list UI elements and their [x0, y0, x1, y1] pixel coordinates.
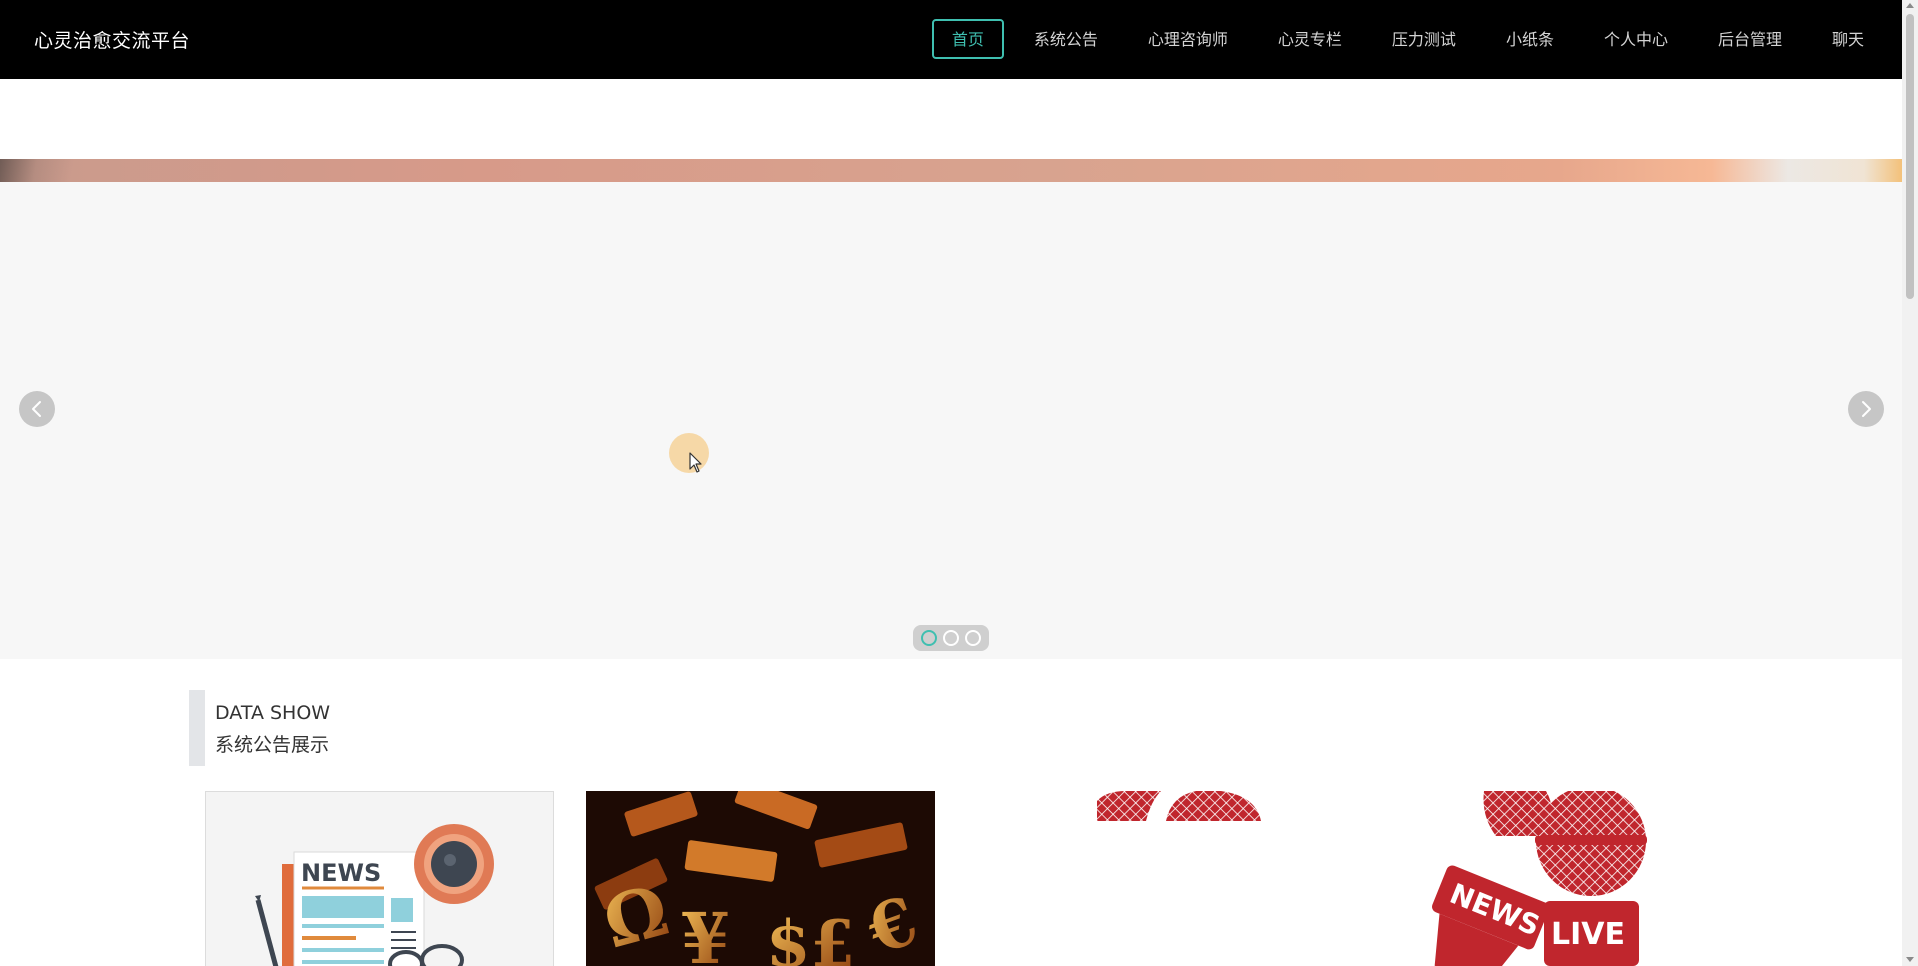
scroll-up-arrow-icon[interactable]	[1906, 3, 1914, 8]
carousel-dot-3[interactable]	[965, 630, 981, 646]
chevron-left-icon	[32, 401, 41, 417]
banner-image-strip	[0, 159, 1902, 182]
page-scrollbar[interactable]	[1902, 0, 1918, 966]
announcement-card-3[interactable]	[966, 791, 1315, 966]
nav-item-column[interactable]: 心灵专栏	[1258, 19, 1362, 59]
nav-item-admin[interactable]: 后台管理	[1698, 19, 1802, 59]
top-navigation-bar: 心灵治愈交流平台 首页 系统公告 心理咨询师 心灵专栏 压力测试 小纸条 个人中…	[0, 0, 1902, 79]
nav-item-stress-test[interactable]: 压力测试	[1372, 19, 1476, 59]
nav-item-announcements[interactable]: 系统公告	[1014, 19, 1118, 59]
section-title-cn: 系统公告展示	[215, 734, 330, 756]
section-accent-bar	[189, 690, 205, 766]
nav-item-chat[interactable]: 聊天	[1812, 19, 1884, 59]
news-illustration-image: NEWS	[206, 792, 553, 966]
section-header: DATA SHOW 系统公告展示	[189, 690, 489, 766]
microphone-partial-image	[1097, 791, 1261, 821]
news-live-microphone-image: NEWS LIVE	[1432, 791, 1647, 966]
main-nav: 首页 系统公告 心理咨询师 心灵专栏 压力测试 小纸条 个人中心 后台管理 聊天	[922, 19, 1884, 59]
carousel-indicators	[913, 625, 989, 651]
carousel-prev-button[interactable]	[19, 391, 55, 427]
live-label-text: LIVE	[1551, 917, 1625, 952]
currency-symbols-image: Ω ¥ $£ €	[586, 791, 935, 966]
banner-branch-decoration	[0, 159, 120, 182]
chevron-right-icon	[1862, 401, 1871, 417]
nav-item-profile[interactable]: 个人中心	[1584, 19, 1688, 59]
carousel-next-button[interactable]	[1848, 391, 1884, 427]
hero-carousel[interactable]	[0, 182, 1902, 659]
announcement-card-2[interactable]: Ω ¥ $£ €	[586, 791, 935, 966]
nav-item-notes[interactable]: 小纸条	[1486, 19, 1574, 59]
nav-item-home[interactable]: 首页	[931, 19, 1004, 59]
scrollbar-thumb[interactable]	[1906, 14, 1914, 299]
carousel-dot-1[interactable]	[921, 630, 937, 646]
announcement-card-1[interactable]: NEWS	[205, 791, 554, 966]
nav-item-counselors[interactable]: 心理咨询师	[1128, 19, 1248, 59]
section-title-en: DATA SHOW	[215, 702, 331, 724]
svg-text:¥: ¥	[681, 897, 730, 966]
mouse-pointer-icon	[689, 452, 702, 473]
announcement-card-4[interactable]: NEWS LIVE	[1346, 791, 1695, 966]
scroll-down-arrow-icon[interactable]	[1906, 957, 1914, 962]
carousel-dot-2[interactable]	[943, 630, 959, 646]
news-image-text: NEWS	[301, 859, 381, 887]
site-brand[interactable]: 心灵治愈交流平台	[34, 26, 190, 53]
svg-text:$£: $£	[766, 907, 855, 966]
